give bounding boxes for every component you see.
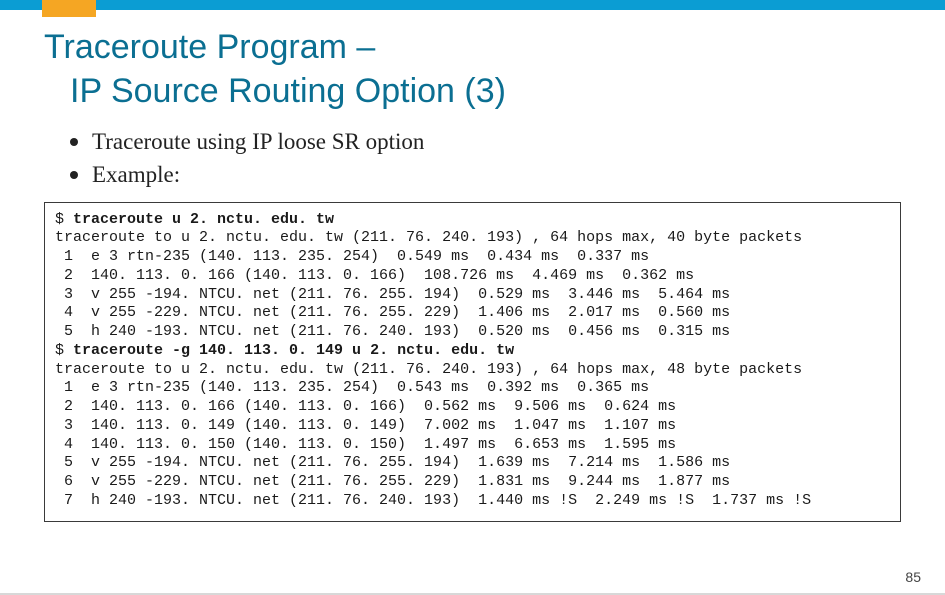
prompt: $ bbox=[55, 211, 73, 228]
accent-tab bbox=[42, 0, 96, 17]
slide-body: Traceroute Program – IP Source Routing O… bbox=[0, 26, 945, 522]
bullet-item: Example: bbox=[70, 158, 905, 191]
output-line: 4 v 255 -229. NTCU. net (211. 76. 255. 2… bbox=[55, 304, 730, 321]
output-line: 6 v 255 -229. NTCU. net (211. 76. 255. 2… bbox=[55, 473, 730, 490]
title-line-2: IP Source Routing Option (3) bbox=[44, 70, 905, 114]
output-line: traceroute to u 2. nctu. edu. tw (211. 7… bbox=[55, 361, 802, 378]
output-line: 1 e 3 rtn-235 (140. 113. 235. 254) 0.543… bbox=[55, 379, 649, 396]
bullet-list: Traceroute using IP loose SR option Exam… bbox=[70, 125, 905, 192]
terminal-output: $ traceroute u 2. nctu. edu. tw tracerou… bbox=[44, 202, 901, 522]
slide-title: Traceroute Program – IP Source Routing O… bbox=[44, 26, 905, 113]
accent-bar bbox=[0, 0, 945, 10]
page-number: 85 bbox=[905, 569, 921, 585]
output-line: traceroute to u 2. nctu. edu. tw (211. 7… bbox=[55, 229, 802, 246]
output-line: 2 140. 113. 0. 166 (140. 113. 0. 166) 10… bbox=[55, 267, 694, 284]
prompt: $ bbox=[55, 342, 73, 359]
output-line: 1 e 3 rtn-235 (140. 113. 235. 254) 0.549… bbox=[55, 248, 649, 265]
output-line: 7 h 240 -193. NTCU. net (211. 76. 240. 1… bbox=[55, 492, 811, 509]
output-line: 5 h 240 -193. NTCU. net (211. 76. 240. 1… bbox=[55, 323, 730, 340]
bullet-item: Traceroute using IP loose SR option bbox=[70, 125, 905, 158]
output-line: 3 140. 113. 0. 149 (140. 113. 0. 149) 7.… bbox=[55, 417, 676, 434]
output-line: 4 140. 113. 0. 150 (140. 113. 0. 150) 1.… bbox=[55, 436, 676, 453]
title-line-1: Traceroute Program – bbox=[44, 28, 375, 66]
output-line: 3 v 255 -194. NTCU. net (211. 76. 255. 1… bbox=[55, 286, 730, 303]
command-1: traceroute u 2. nctu. edu. tw bbox=[73, 211, 334, 228]
output-line: 5 v 255 -194. NTCU. net (211. 76. 255. 1… bbox=[55, 454, 730, 471]
command-2: traceroute -g 140. 113. 0. 149 u 2. nctu… bbox=[73, 342, 514, 359]
output-line: 2 140. 113. 0. 166 (140. 113. 0. 166) 0.… bbox=[55, 398, 676, 415]
